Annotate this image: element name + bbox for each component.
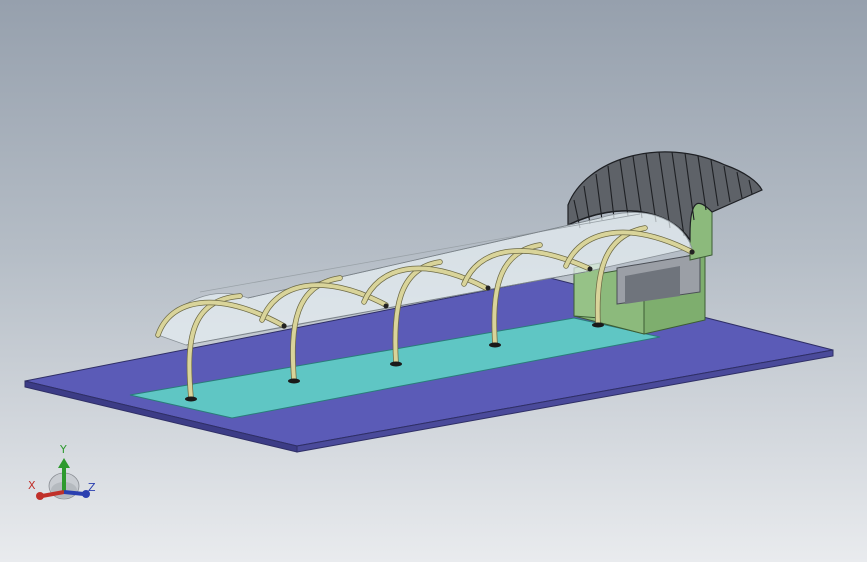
foot-plate (592, 322, 604, 328)
foot-plate (489, 342, 501, 348)
joint-node (587, 266, 593, 272)
triad-z-label: Z (88, 481, 96, 494)
orientation-triad[interactable]: Y X Z (22, 440, 102, 506)
foot-plate (185, 396, 197, 402)
foot-plate (288, 378, 300, 384)
triad-x-label: X (28, 479, 36, 492)
graphics-viewport[interactable]: Y X Z (0, 0, 867, 562)
joint-node (485, 285, 491, 291)
triad-z-axis (63, 490, 85, 496)
joint-node (383, 303, 389, 309)
joint-node (689, 249, 695, 255)
triad-y-label: Y (60, 443, 67, 456)
foot-plate (390, 361, 402, 367)
model-scene[interactable] (0, 0, 867, 562)
joint-node (281, 323, 287, 329)
triad-x-cap (36, 492, 44, 500)
triad-y-arrowhead (58, 458, 70, 468)
